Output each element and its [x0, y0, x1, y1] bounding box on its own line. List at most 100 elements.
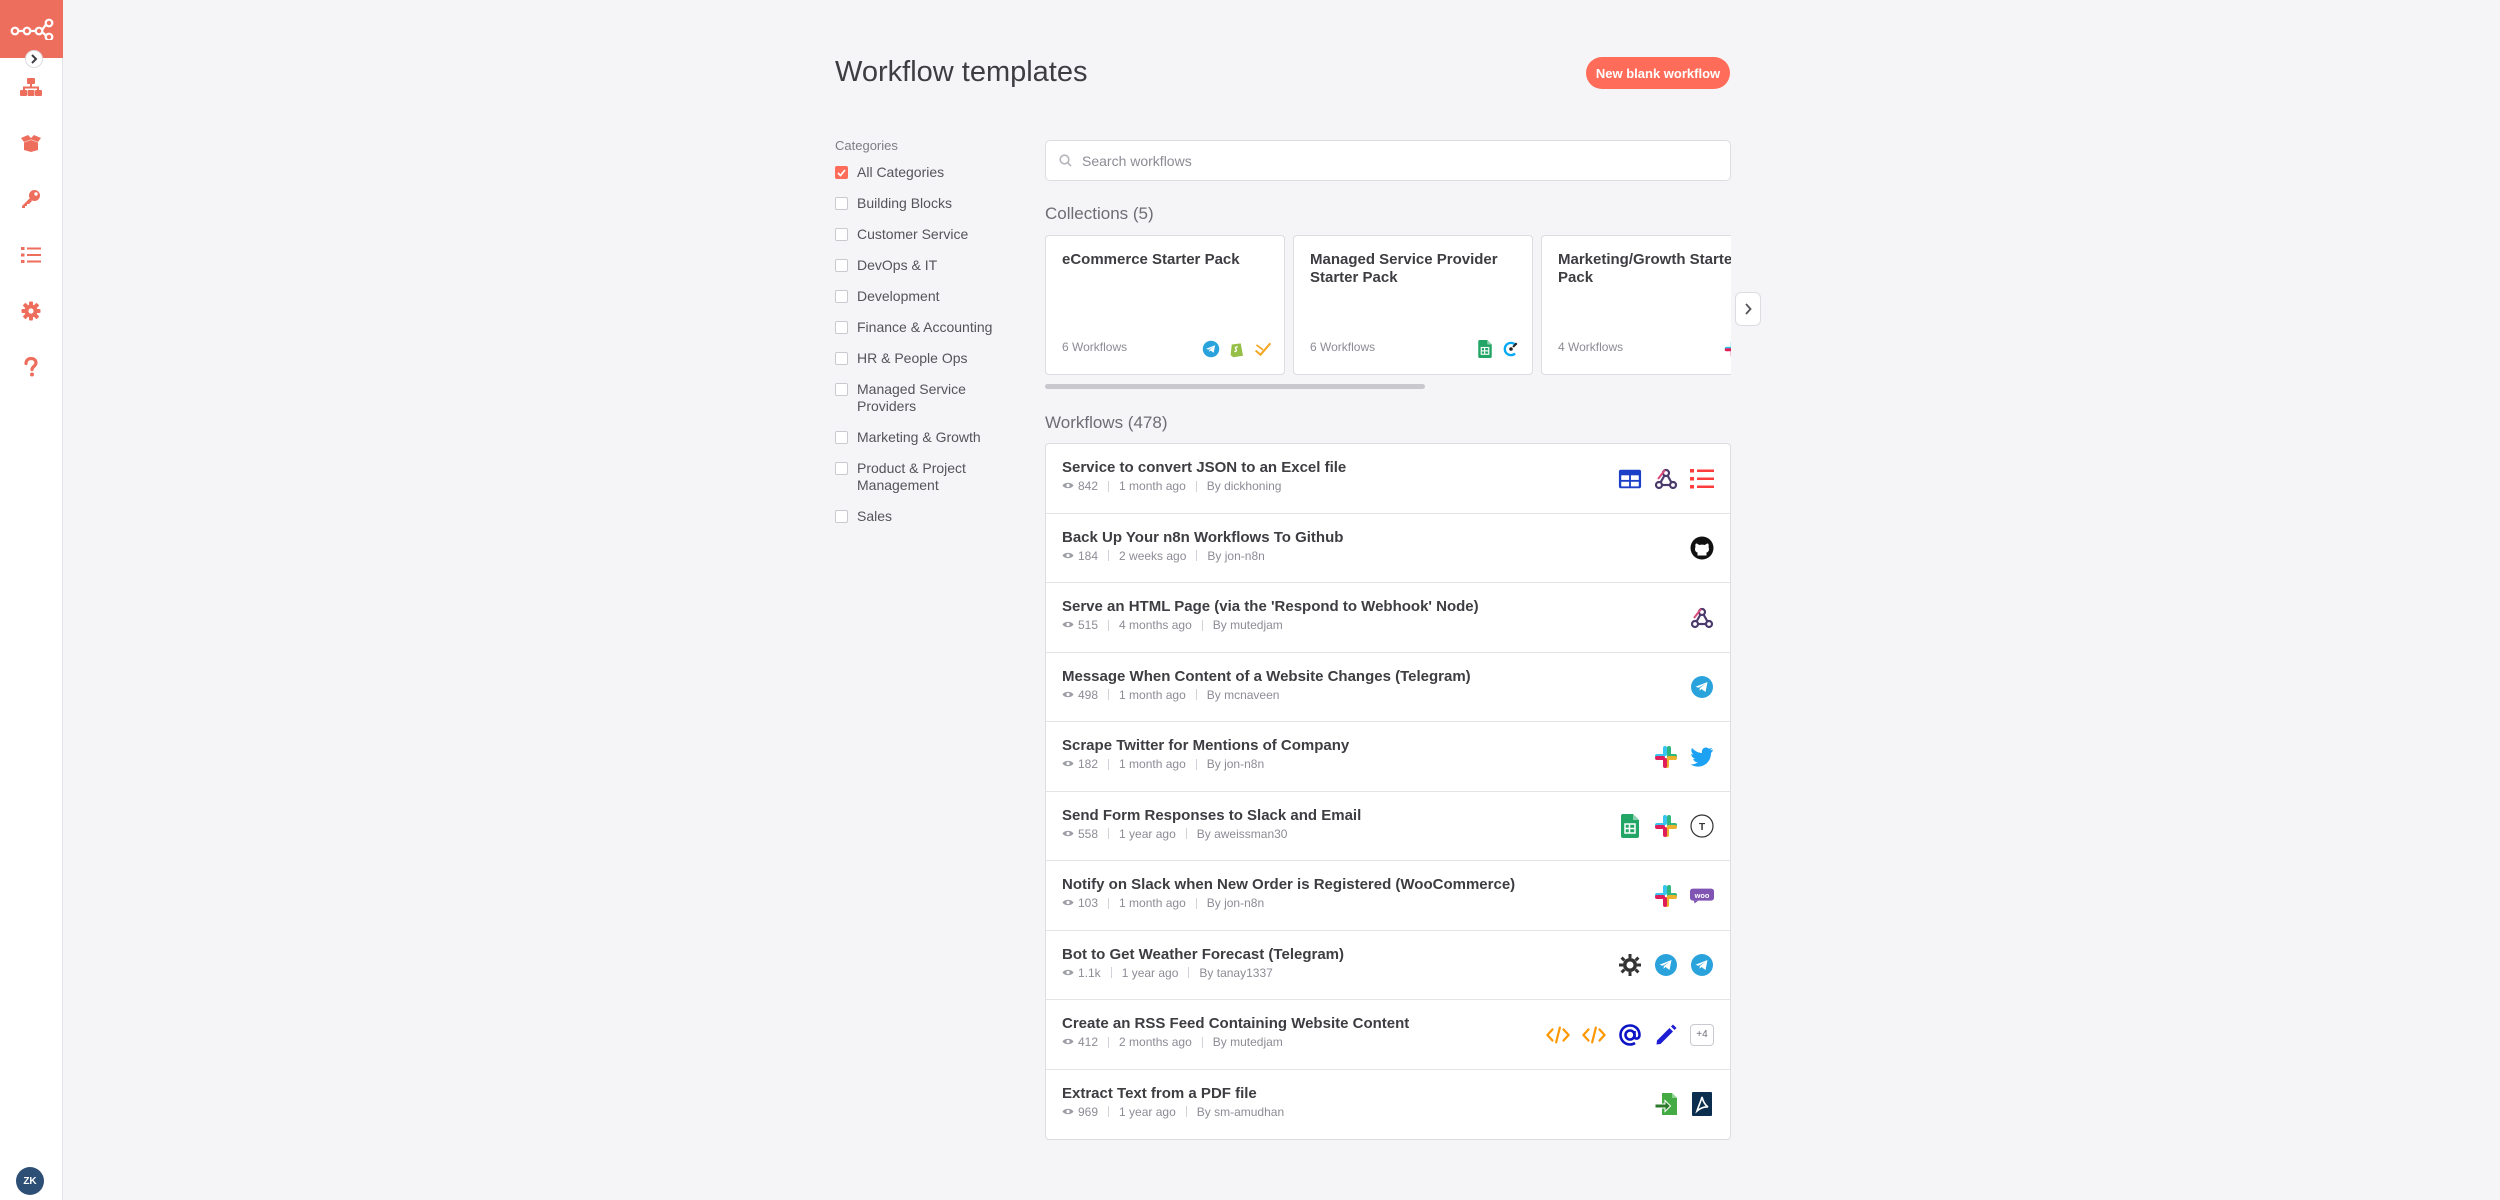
sidebar-item-credentials[interactable]	[17, 185, 45, 213]
workflow-name: Bot to Get Weather Forecast (Telegram)	[1062, 945, 1344, 963]
category-checkbox[interactable]	[835, 462, 848, 475]
workflow-row[interactable]: Send Form Responses to Slack and Email 55…	[1046, 792, 1730, 861]
telegram-icon	[1654, 953, 1678, 977]
sidebar-item-executions[interactable]	[17, 241, 45, 269]
workflow-row[interactable]: Serve an HTML Page (via the 'Respond to …	[1046, 583, 1730, 653]
eye-icon	[1062, 896, 1074, 910]
eye-icon	[1062, 966, 1074, 980]
collection-name: eCommerce Starter Pack	[1062, 251, 1240, 268]
eye-icon	[1062, 757, 1074, 771]
workflow-meta: 182 1 month ago By jon-n8n	[1062, 757, 1714, 771]
eye-icon	[1062, 1035, 1074, 1049]
eye-icon	[1062, 549, 1074, 563]
workflow-name: Service to convert JSON to an Excel file	[1062, 459, 1347, 476]
eye-icon	[1062, 1038, 1074, 1045]
collections-next-button[interactable]	[1735, 292, 1761, 326]
workflow-views: 842	[1078, 479, 1099, 493]
telegram-icon	[1202, 340, 1220, 358]
separator	[1188, 967, 1190, 978]
category-checkbox[interactable]	[835, 166, 848, 179]
github-icon	[1690, 536, 1714, 560]
category-item[interactable]: Development	[835, 288, 1005, 305]
workflow-row[interactable]: Extract Text from a PDF file 969 1 year ag…	[1046, 1070, 1730, 1140]
workflow-node-icons	[1654, 1070, 1714, 1139]
category-item[interactable]: Finance & Accounting	[835, 319, 1005, 336]
separator	[1195, 758, 1197, 770]
category-item[interactable]: Marketing & Growth	[835, 429, 1005, 446]
category-checkbox[interactable]	[835, 228, 848, 241]
categories-label: Categories	[835, 138, 898, 153]
n8n-logo-icon	[10, 18, 53, 40]
collection-node-icons	[1476, 340, 1520, 358]
workflow-name: Notify on Slack when New Order is Regist…	[1062, 876, 1516, 893]
expand-sidebar-button[interactable]	[25, 50, 43, 68]
collections-title: Collections (5)	[1045, 204, 1154, 223]
category-checkbox[interactable]	[835, 259, 848, 272]
sidebar-item-templates[interactable]	[17, 129, 45, 157]
category-checkbox[interactable]	[835, 352, 848, 365]
collection-workflow-count: 4 Workflows	[1558, 340, 1624, 354]
workflow-meta: 498 1 month ago By mcnaveen	[1062, 688, 1714, 702]
category-checkbox[interactable]	[835, 321, 848, 334]
workflow-meta: 515 4 months ago By mutedjam	[1062, 618, 1714, 632]
separator	[1108, 619, 1110, 631]
workflow-node-icons	[1618, 444, 1714, 513]
workflow-views: 558	[1078, 826, 1099, 841]
workflow-row[interactable]: Create an RSS Feed Containing Website Co…	[1046, 1000, 1730, 1070]
workflow-meta: 1.1k 1 year ago By tanay1337	[1062, 966, 1714, 980]
question-icon	[24, 357, 38, 377]
eye-icon	[1062, 1108, 1074, 1114]
category-checkbox[interactable]	[835, 431, 848, 444]
separator	[1185, 1106, 1187, 1117]
new-blank-workflow-button[interactable]: New blank workflow	[1586, 57, 1730, 89]
category-item[interactable]: Customer Service	[835, 226, 1005, 243]
category-checkbox[interactable]	[835, 510, 848, 523]
category-label: All Categories	[857, 164, 945, 180]
workflow-row[interactable]: Scrape Twitter for Mentions of Company 18…	[1046, 722, 1730, 792]
category-checkbox[interactable]	[835, 383, 848, 396]
collection-node-icons	[1724, 340, 1731, 358]
edit-pencil-icon	[1654, 1023, 1678, 1047]
category-item[interactable]: Building Blocks	[835, 195, 1005, 212]
chevron-right-icon	[31, 54, 38, 64]
search-input[interactable]	[1082, 152, 1682, 169]
sidebar-item-settings[interactable]	[17, 297, 45, 325]
workflow-age: 1 month ago	[1119, 896, 1186, 910]
collection-card[interactable]: eCommerce Starter Pack 6 Workflows	[1045, 235, 1285, 375]
collections-scrollbar[interactable]	[1045, 384, 1425, 389]
woocommerce-icon: woo	[1690, 884, 1714, 908]
workflow-row[interactable]: Service to convert JSON to an Excel file…	[1046, 444, 1730, 514]
workflow-age: 1 year ago	[1119, 1104, 1176, 1119]
collection-card[interactable]: Marketing/Growth Starter Pack 4 Workflows	[1541, 235, 1731, 375]
sidebar-item-workflows[interactable]	[17, 73, 45, 101]
workflow-row[interactable]: Message When Content of a Website Change…	[1046, 653, 1730, 722]
category-item[interactable]: DevOps & IT	[835, 257, 1005, 274]
sidebar-item-help[interactable]	[17, 353, 45, 381]
eye-icon	[1062, 691, 1074, 697]
search-box[interactable]	[1045, 140, 1731, 181]
workflow-node-icons: +4	[1546, 1000, 1714, 1069]
workflow-name: Serve an HTML Page (via the 'Respond to …	[1062, 598, 1479, 615]
category-checkbox[interactable]	[835, 197, 848, 210]
category-checkbox[interactable]	[835, 290, 848, 303]
eye-icon	[1062, 621, 1074, 628]
workflow-age: 1 month ago	[1119, 479, 1186, 493]
network-wired-icon	[20, 78, 42, 96]
workflow-name: Message When Content of a Website Change…	[1062, 667, 1471, 685]
collection-card[interactable]: Managed Service Provider Starter Pack 6 W…	[1293, 235, 1533, 375]
workflow-age: 1 month ago	[1119, 757, 1186, 771]
category-item[interactable]: HR & People Ops	[835, 350, 1005, 367]
workflow-row[interactable]: Bot to Get Weather Forecast (Telegram) 1.…	[1046, 931, 1730, 1000]
category-item[interactable]: Sales	[835, 508, 1005, 525]
chevron-right-icon	[1745, 303, 1752, 315]
category-item[interactable]: Managed Service Providers	[835, 381, 1005, 415]
eye-icon	[1062, 899, 1074, 906]
category-item[interactable]: All Categories	[835, 164, 1005, 181]
tasks-icon	[21, 247, 41, 263]
webhook-icon	[1690, 606, 1714, 630]
category-item[interactable]: Product & Project Management	[835, 460, 1005, 494]
sidebar: ZK	[0, 0, 63, 1200]
user-avatar[interactable]: ZK	[16, 1167, 44, 1195]
workflow-row[interactable]: Notify on Slack when New Order is Regist…	[1046, 861, 1730, 931]
workflow-row[interactable]: Back Up Your n8n Workflows To Github 184 2…	[1046, 514, 1730, 583]
